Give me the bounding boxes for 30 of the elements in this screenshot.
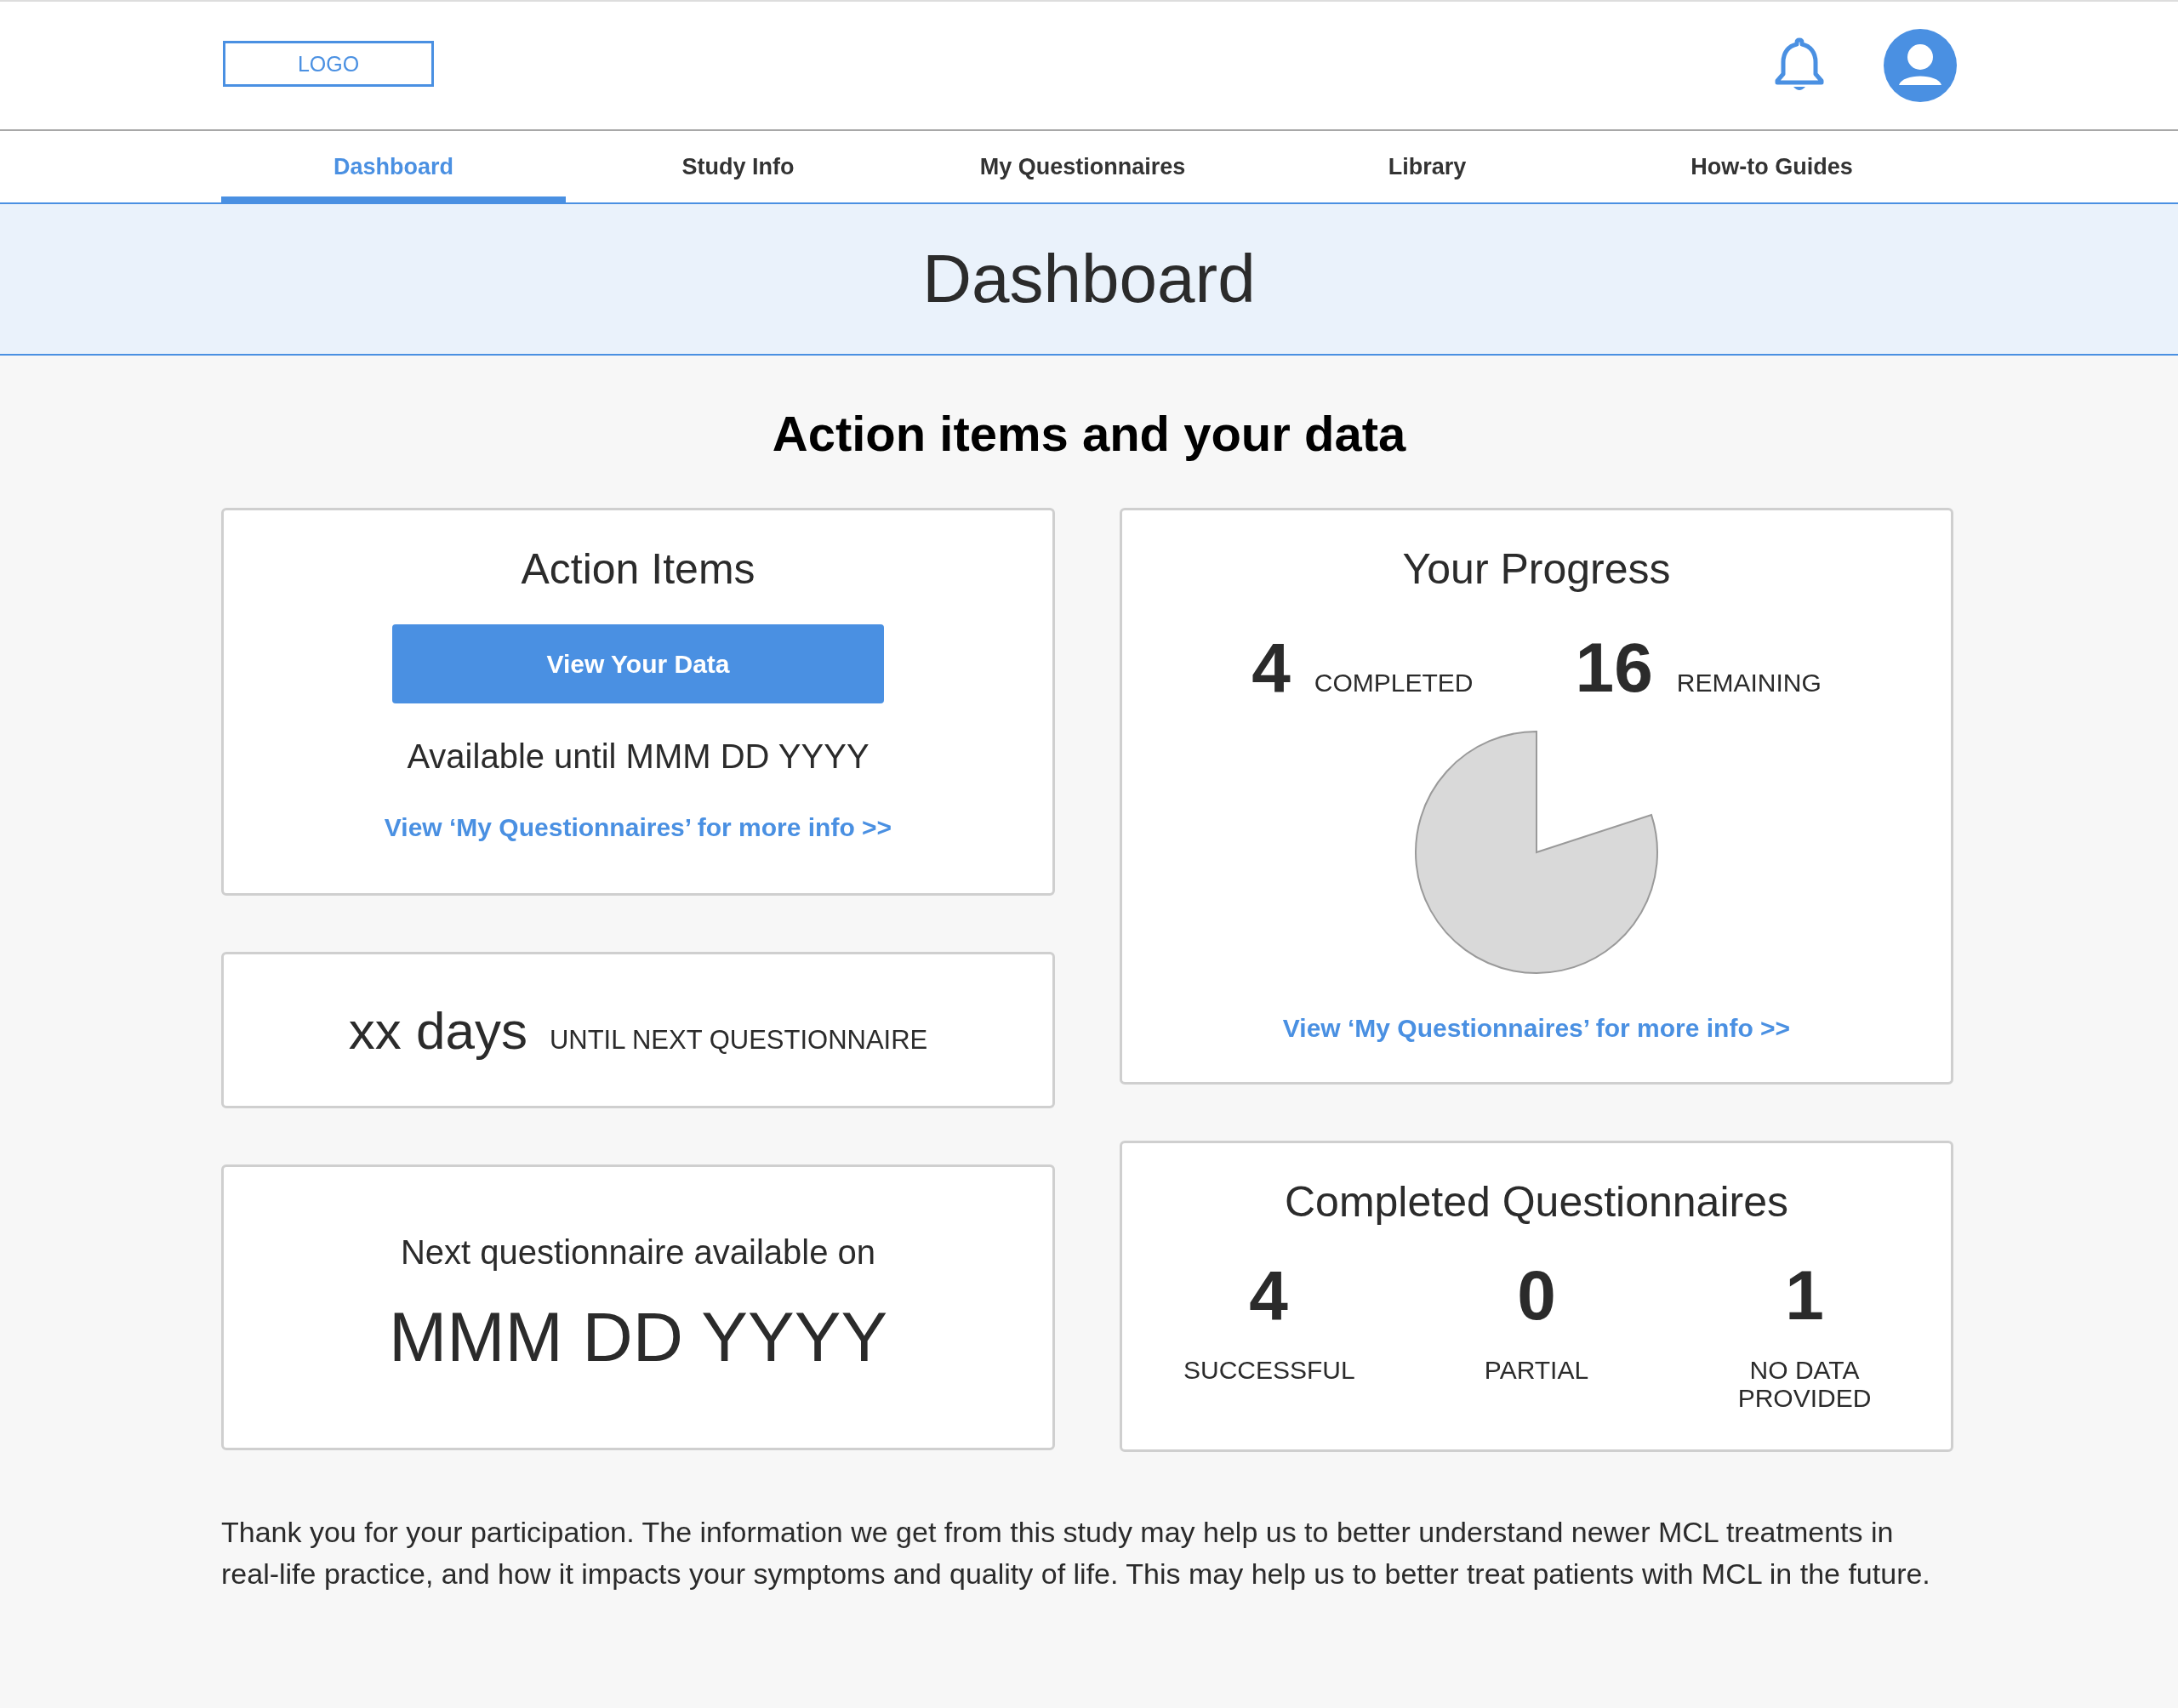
thank-you-text: Thank you for your participation. The information we get from this study may help us to better understand newer MCL treatments in real-life practice, and how it impacts your symptoms and quality of life. This may help us to better treat patients with MCL in the future. — [221, 1515, 1931, 1591]
section-heading: Action items and your data — [771, 405, 1407, 462]
questionnaires-link[interactable]: View ‘My Questionnaires’ for more info >> — [1282, 1014, 1791, 1043]
nav-tab[interactable]: Study Info — [566, 131, 910, 202]
nav-tab[interactable]: How-to Guides — [1599, 131, 1944, 202]
next-date: MMM DD YYYY — [388, 1297, 888, 1377]
stat-label: SUCCESSFUL — [1183, 1356, 1354, 1384]
stat-number: 4 — [1249, 1261, 1288, 1330]
stat-label: REMAINING — [1676, 669, 1822, 697]
card-title: Your Progress — [1402, 544, 1671, 594]
next-label: Next questionnaire available on — [400, 1233, 876, 1272]
stat-number: 1 — [1785, 1261, 1824, 1330]
stat-number: 0 — [1517, 1261, 1556, 1330]
countdown-label: UNTIL NEXT QUESTIONNAIRE — [549, 1025, 928, 1056]
nav-tab[interactable]: Library — [1255, 131, 1599, 202]
stat-label: NO DATA PROVIDED — [1736, 1356, 1873, 1412]
card-title: Completed Questionnaires — [1285, 1177, 1788, 1227]
stat-number: 4 — [1251, 628, 1291, 708]
logo[interactable]: LOGO — [223, 41, 434, 87]
nav-tab[interactable]: My Questionnaires — [910, 131, 1255, 202]
availability-text: Available until MMM DD YYYY — [407, 737, 869, 776]
view-data-button[interactable]: View Your Data — [392, 624, 884, 703]
stat-label: PARTIAL — [1483, 1356, 1590, 1384]
questionnaires-link[interactable]: View ‘My Questionnaires’ for more info >> — [384, 813, 892, 842]
stat-number: 16 — [1575, 628, 1653, 708]
stat-label: COMPLETED — [1314, 669, 1474, 697]
user-avatar-icon[interactable] — [1884, 29, 1957, 102]
card-title: Action Items — [521, 544, 755, 594]
days-count: xx days — [348, 1000, 527, 1061]
page-title: Dashboard — [922, 240, 1256, 318]
